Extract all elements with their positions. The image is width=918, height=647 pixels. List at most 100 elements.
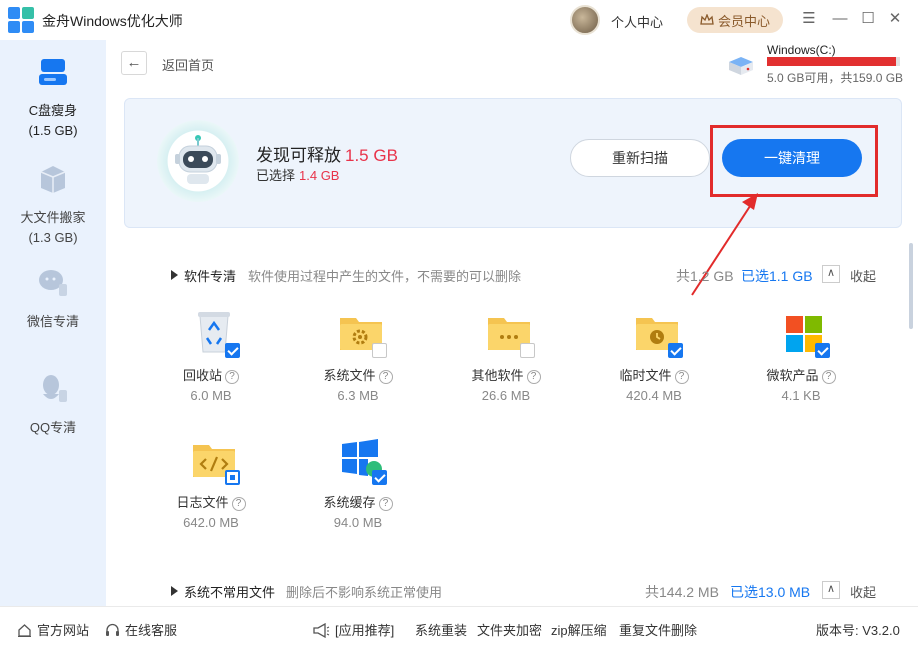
disk-name: Windows(C:) xyxy=(767,43,836,57)
item-system-cache[interactable]: 系统缓存? 94.0 MB xyxy=(308,435,428,545)
selected-label: 已选择 xyxy=(256,168,296,183)
section-desc: 软件使用过程中产生的文件，不需要的可以删除 xyxy=(248,269,522,284)
official-website-label: 官方网站 xyxy=(37,623,90,638)
link-folder-encrypt[interactable]: 文件夹加密 xyxy=(477,620,542,639)
item-name: 临时文件? xyxy=(604,365,704,384)
link-duplicate-delete[interactable]: 重复文件删除 xyxy=(619,620,697,639)
section-total: 共144.2 MB xyxy=(645,584,719,600)
item-name: 其他软件? xyxy=(456,365,556,384)
scan-summary-panel: 发现可释放 1.5 GB 已选择 1.4 GB 重新扫描 一键清理 xyxy=(124,98,902,228)
sidebar-item-c-disk[interactable]: C盘瘦身 (1.5 GB) xyxy=(0,55,106,141)
disk-usage-fill xyxy=(767,57,896,66)
maximize-icon[interactable]: ☐ xyxy=(859,10,877,28)
online-service-label: 在线客服 xyxy=(125,623,178,638)
crown-icon xyxy=(700,14,714,25)
version-label: 版本号: V3.2.0 xyxy=(816,623,900,638)
rescan-button[interactable]: 重新扫描 xyxy=(570,139,710,177)
sidebar-item-label: 大文件搬家 xyxy=(20,210,86,225)
headset-icon xyxy=(106,623,119,636)
collapse-link[interactable]: 收起 xyxy=(850,266,876,285)
item-name: 微软产品? xyxy=(751,365,851,384)
chevron-up-icon[interactable]: ∧ xyxy=(822,581,840,599)
item-name: 日志文件? xyxy=(161,492,261,511)
collapse-link[interactable]: 收起 xyxy=(850,582,876,601)
close-icon[interactable]: ✕ xyxy=(886,10,904,28)
recommend-label: [应用推荐] xyxy=(335,623,395,638)
section-software: 软件专清 软件使用过程中产生的文件，不需要的可以删除 共1.2 GB 已选1.1… xyxy=(168,265,888,286)
scrollbar-thumb[interactable] xyxy=(909,243,913,329)
vip-center-button[interactable]: 会员中心 xyxy=(687,7,783,33)
item-checkbox[interactable] xyxy=(815,343,830,358)
disk-status: Windows(C:) 5.0 GB可用，共159.0 GB xyxy=(726,42,916,86)
section-selected: 已选13.0 MB xyxy=(730,584,811,600)
app-title: 金舟Windows优化大师 xyxy=(42,13,183,29)
minimize-icon[interactable]: — xyxy=(831,10,849,28)
sidebar-item-qq[interactable]: QQ专清 xyxy=(0,372,106,438)
sidebar-item-label: C盘瘦身 xyxy=(28,103,78,118)
item-checkbox[interactable] xyxy=(225,470,240,485)
section-total: 共1.2 GB xyxy=(676,268,734,284)
item-log-files[interactable]: 日志文件? 642.0 MB xyxy=(161,435,281,545)
sidebar-item-large-files[interactable]: 大文件搬家 (1.3 GB) xyxy=(0,162,106,248)
expand-triangle-icon[interactable] xyxy=(171,270,178,280)
help-icon[interactable]: ? xyxy=(225,370,239,384)
one-click-clean-button[interactable]: 一键清理 xyxy=(722,139,862,177)
expand-triangle-icon[interactable] xyxy=(171,586,178,596)
megaphone-icon xyxy=(313,623,330,638)
chevron-up-icon[interactable]: ∧ xyxy=(822,265,840,283)
item-checkbox[interactable] xyxy=(372,343,387,358)
section-desc: 删除后不影响系统正常使用 xyxy=(286,585,443,600)
disk-icon xyxy=(39,59,67,85)
help-icon[interactable]: ? xyxy=(378,370,393,384)
online-service-link[interactable]: 在线客服 xyxy=(105,620,177,639)
footer: 官方网站 在线客服 [应用推荐] 系统重装 文件夹加密 zip解压缩 重复文件删… xyxy=(0,606,918,647)
item-size: 6.3 MB xyxy=(337,388,379,403)
drive-icon xyxy=(729,57,753,75)
vip-center-label: 会员中心 xyxy=(717,13,770,29)
back-button[interactable]: ← xyxy=(121,51,147,75)
help-icon[interactable]: ? xyxy=(378,497,393,511)
menu-icon[interactable]: ☰ xyxy=(800,10,818,28)
avatar[interactable] xyxy=(570,5,600,35)
item-microsoft-products[interactable]: 微软产品? 4.1 KB xyxy=(751,308,871,418)
section-system-unused: 系统不常用文件 删除后不影响系统正常使用 共144.2 MB 已选13.0 MB… xyxy=(168,581,888,602)
releasable-size: 发现可释放 1.5 GB xyxy=(256,141,398,166)
item-checkbox[interactable] xyxy=(372,470,387,485)
help-icon[interactable]: ? xyxy=(821,370,836,384)
item-size: 26.6 MB xyxy=(481,388,531,403)
wechat-broom-icon xyxy=(39,270,67,296)
sidebar-item-label: 微信专清 xyxy=(26,314,79,329)
releasable-label: 发现可释放 xyxy=(256,146,341,165)
home-icon xyxy=(18,624,31,637)
arrow-left-icon: ← xyxy=(126,54,142,71)
back-home-link[interactable]: 返回首页 xyxy=(162,55,214,74)
item-size: 642.0 MB xyxy=(183,515,239,530)
link-zip-extract[interactable]: zip解压缩 xyxy=(551,620,607,639)
app-logo-icon xyxy=(8,7,34,33)
robot-mascot-icon xyxy=(157,120,239,202)
title-bar: 金舟Windows优化大师 个人中心 会员中心 ☰ — ☐ ✕ xyxy=(0,0,918,40)
item-checkbox[interactable] xyxy=(225,343,240,358)
item-checkbox[interactable] xyxy=(668,343,683,358)
recommend-area: [应用推荐] xyxy=(312,620,394,639)
user-center-link[interactable]: 个人中心 xyxy=(611,12,663,31)
item-name: 系统文件? xyxy=(308,365,408,384)
item-size: 6.0 MB xyxy=(190,388,232,403)
item-checkbox[interactable] xyxy=(520,343,535,358)
item-other-software[interactable]: 其他软件? 26.6 MB xyxy=(456,308,576,418)
sidebar-item-sub: (1.3 GB) xyxy=(28,230,78,245)
disk-usage-bar xyxy=(767,57,900,66)
item-size: 94.0 MB xyxy=(333,515,383,530)
section-selected: 已选1.1 GB xyxy=(741,268,813,284)
official-website-link[interactable]: 官方网站 xyxy=(17,620,89,639)
item-temp-files[interactable]: 临时文件? 420.4 MB xyxy=(604,308,724,418)
item-recycle-bin[interactable]: 回收站? 6.0 MB xyxy=(161,308,281,418)
item-system-files[interactable]: 系统文件? 6.3 MB xyxy=(308,308,428,418)
item-name: 系统缓存? xyxy=(308,492,408,511)
sidebar-item-wechat[interactable]: 微信专清 xyxy=(0,266,106,332)
link-system-reinstall[interactable]: 系统重装 xyxy=(415,620,467,639)
help-icon[interactable]: ? xyxy=(526,370,541,384)
sidebar-item-sub: (1.5 GB) xyxy=(28,123,78,138)
help-icon[interactable]: ? xyxy=(674,370,689,384)
help-icon[interactable]: ? xyxy=(231,497,246,511)
